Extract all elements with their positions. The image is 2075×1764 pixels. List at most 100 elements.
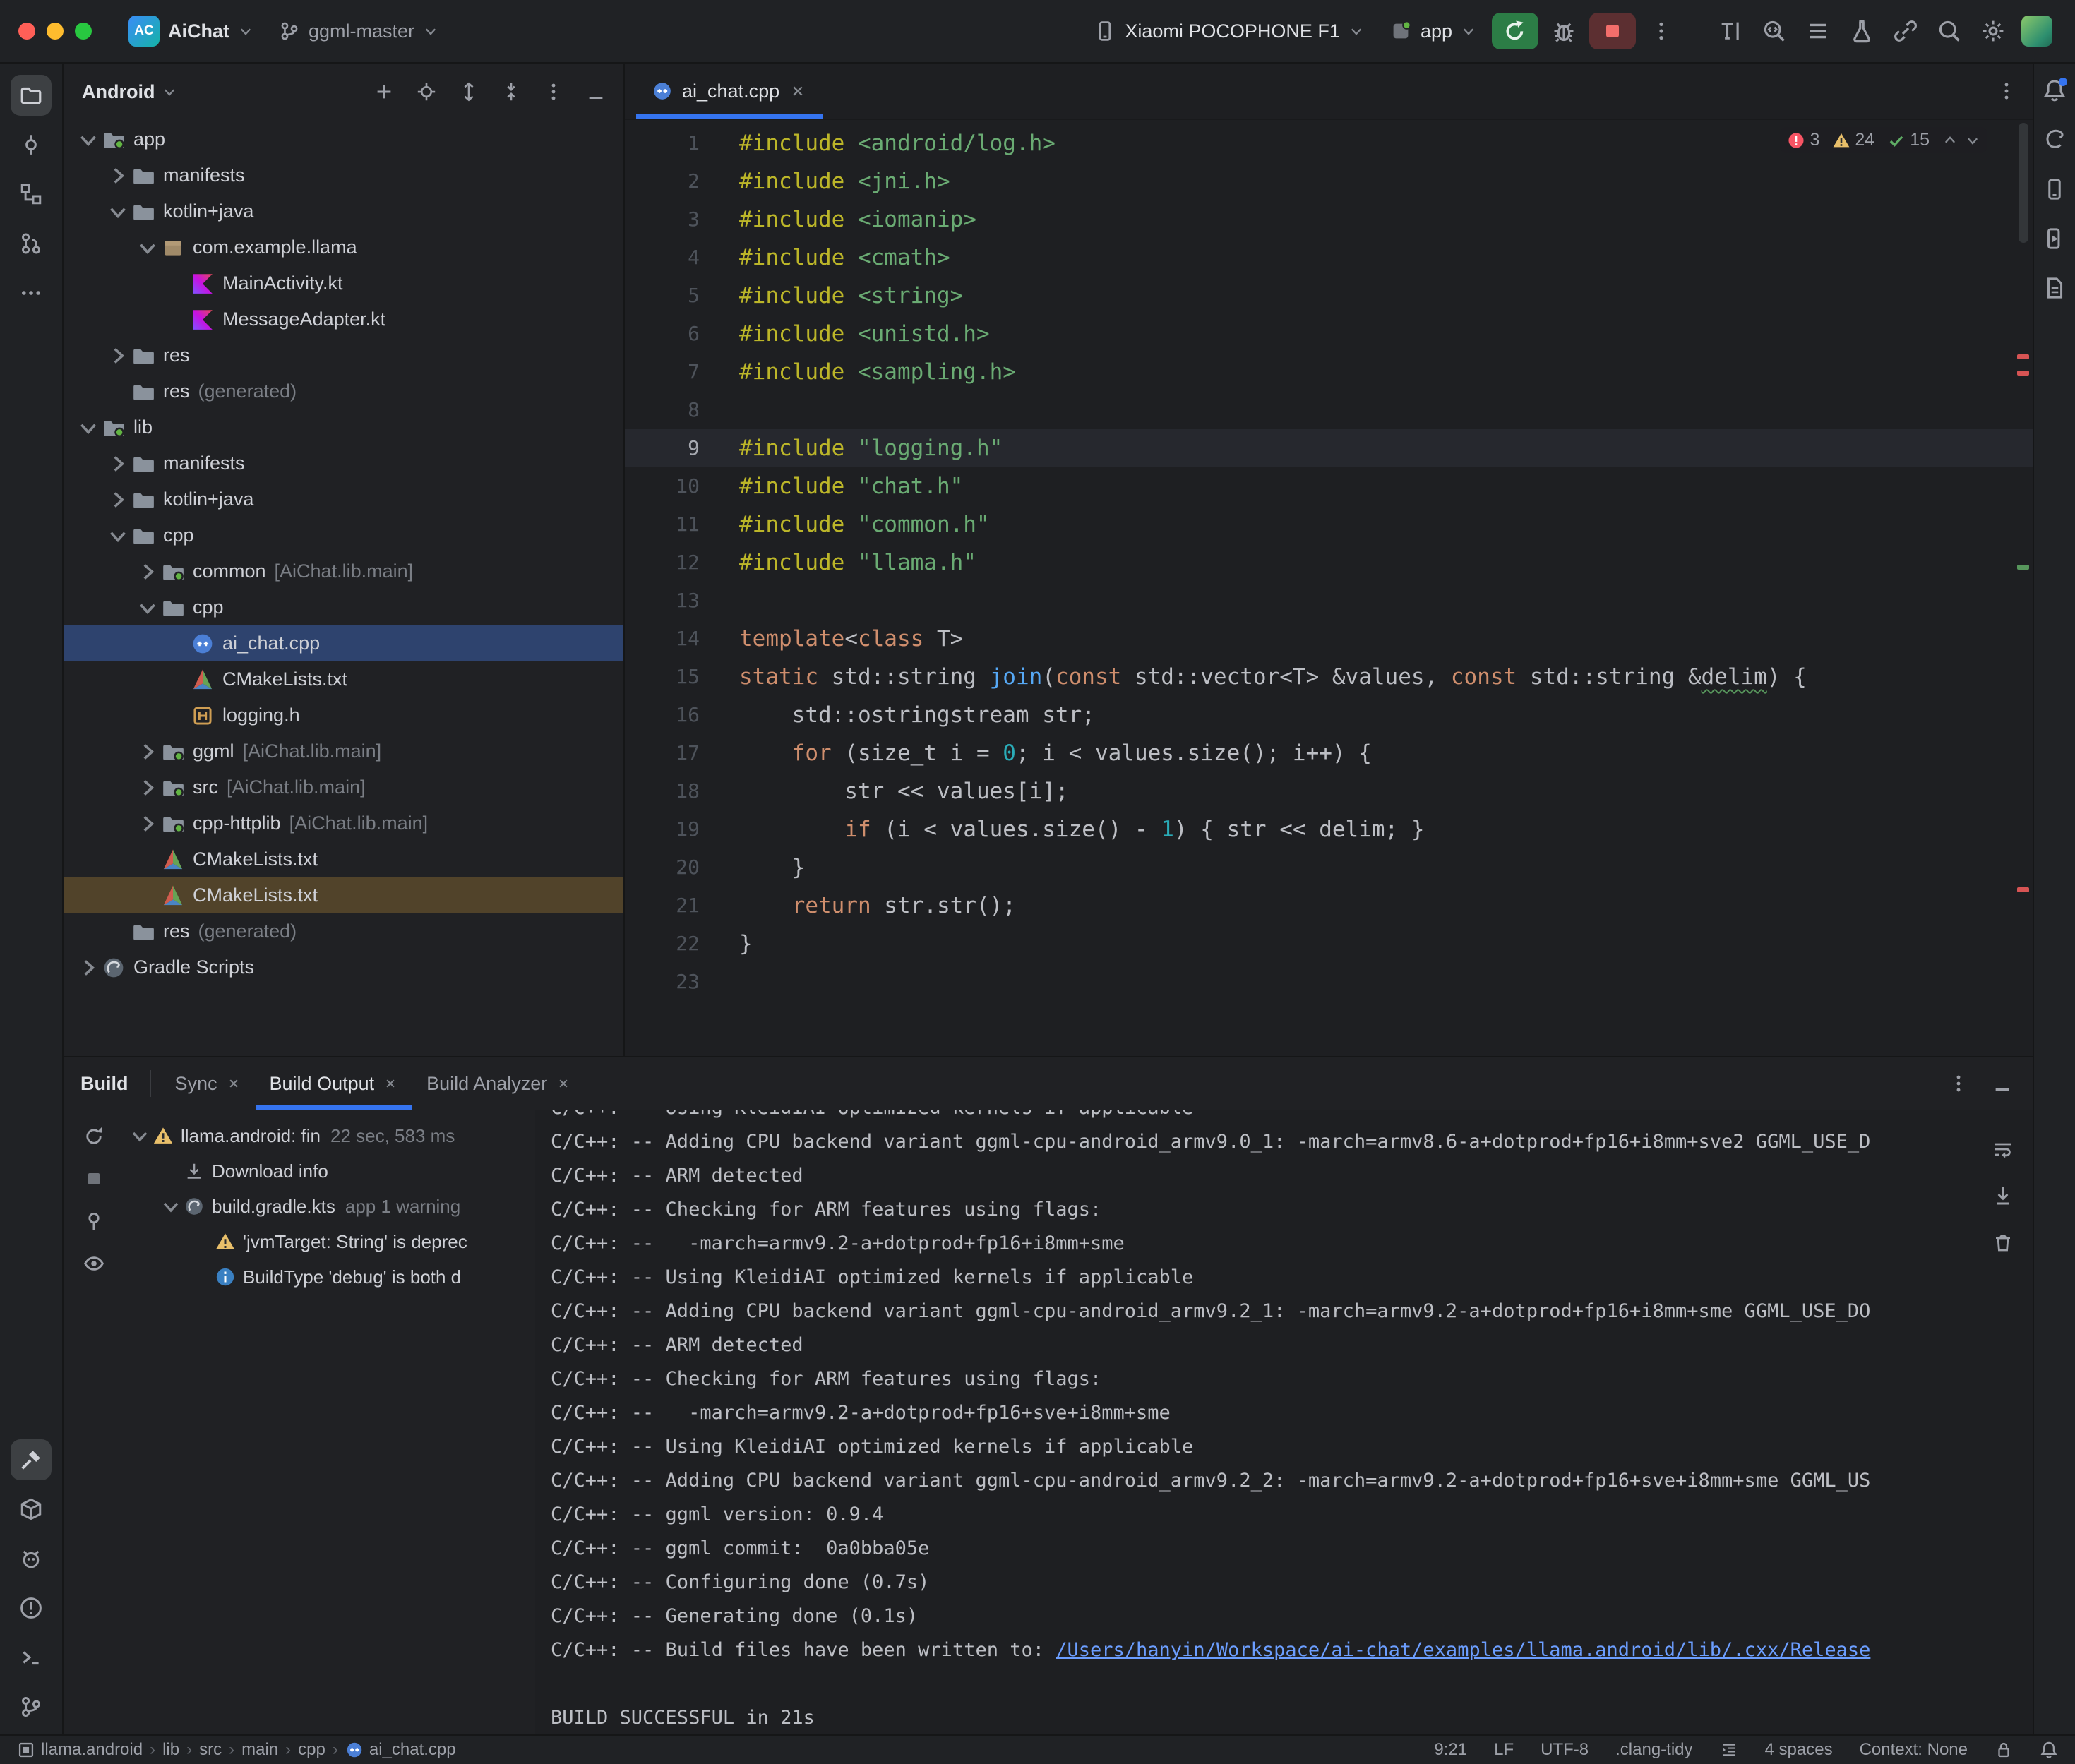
tree-row[interactable]: kotlin+java [64,193,623,229]
scroll-end-icon[interactable] [1987,1180,2019,1211]
tree-row[interactable]: CMakeLists.txt [64,661,623,697]
line-number[interactable]: 17 [625,734,731,772]
chevron-right-icon[interactable] [76,956,100,980]
collapse-all-icon[interactable] [498,78,525,105]
build-tree-row[interactable]: 'jvmTarget: String' is deprec [124,1224,535,1259]
code-line-5[interactable]: 5#include <string> [625,277,2033,315]
line-number[interactable]: 2 [625,162,731,200]
stripe-mark[interactable] [2017,354,2029,359]
logcat-icon[interactable] [11,1538,52,1579]
add-icon[interactable] [371,78,397,105]
running-devices-icon[interactable] [2038,222,2071,256]
code-line-2[interactable]: 2#include <jni.h> [625,162,2033,200]
build-tree-row[interactable]: build.gradle.ktsapp 1 warning [124,1189,535,1224]
console-file-link[interactable]: /Users/hanyin/Workspace/ai-chat/examples… [1056,1639,1870,1661]
pull-requests-icon[interactable] [11,223,52,264]
code-line-18[interactable]: 18 str << values[i]; [625,772,2033,810]
tree-row[interactable]: cpp [64,517,623,553]
stripe-mark[interactable] [2017,371,2029,376]
line-number[interactable]: 18 [625,772,731,810]
line-number[interactable]: 14 [625,620,731,658]
line-number[interactable]: 22 [625,925,731,963]
tree-row[interactable]: res(generated) [64,373,623,409]
chevron-right-icon[interactable] [106,488,130,512]
clear-icon[interactable] [1987,1227,2019,1258]
code-line-15[interactable]: 15static std::string join(const std::vec… [625,658,2033,696]
zoom-window-button[interactable] [75,23,92,40]
tab-sync[interactable]: Sync [161,1057,256,1110]
chevron-down-icon[interactable] [76,416,100,440]
code-line-17[interactable]: 17 for (size_t i = 0; i < values.size();… [625,734,2033,772]
code-line-19[interactable]: 19 if (i < values.size() - 1) { str << d… [625,810,2033,848]
breadcrumb-item[interactable]: ai_chat.cpp [345,1740,456,1760]
close-window-button[interactable] [18,23,35,40]
tree-row[interactable]: lib [64,409,623,445]
tree-row[interactable]: ai_chat.cpp [64,625,623,661]
more-icon[interactable] [1945,1070,1972,1097]
sync-icon[interactable] [78,1121,109,1152]
line-number[interactable]: 23 [625,963,731,1001]
chevron-down-icon[interactable] [136,236,160,260]
line-number[interactable]: 5 [625,277,731,315]
build-panel-title[interactable]: Build [80,1057,128,1110]
tree-row[interactable]: kotlin+java [64,481,623,517]
previous-problem-button[interactable] [1942,133,1958,148]
build-tree-row[interactable]: BuildType 'debug' is both d [124,1259,535,1295]
editor-scrollbar[interactable] [2019,123,2028,243]
chevron-down-icon[interactable] [106,524,130,548]
tree-row[interactable]: MessageAdapter.kt [64,301,623,337]
chevron-down-icon[interactable] [136,596,160,620]
soft-wrap-icon[interactable] [1987,1134,2019,1165]
tree-row[interactable]: CMakeLists.txt [64,877,623,913]
tree-row[interactable]: logging.h [64,697,623,733]
status-widget--clang-tidy[interactable]: .clang-tidy [1615,1740,1692,1760]
dependencies-icon[interactable] [11,1489,52,1530]
code-line-21[interactable]: 21 return str.str(); [625,887,2033,925]
chevron-down-icon[interactable] [160,1195,182,1218]
chevron-right-icon[interactable] [136,776,160,800]
chevron-right-icon[interactable] [136,740,160,764]
chevron-right-icon[interactable] [136,812,160,836]
chevron-down-icon[interactable] [76,128,100,152]
close-icon[interactable] [789,82,807,100]
gradle-icon[interactable] [2038,123,2071,157]
tree-row[interactable]: com.example.llama [64,229,623,265]
list-icon[interactable] [1798,11,1838,51]
code-line-10[interactable]: 10#include "chat.h" [625,467,2033,505]
code-line-16[interactable]: 16 std::ostringstream str; [625,696,2033,734]
tree-row[interactable]: CMakeLists.txt [64,841,623,877]
tree-row[interactable]: manifests [64,445,623,481]
tab-options-button[interactable] [1996,64,2017,119]
branch-widget[interactable]: ggml-master [269,15,448,48]
tree-row[interactable]: res [64,337,623,373]
more-icon[interactable] [540,78,567,105]
more-h-icon[interactable] [11,272,52,313]
breadcrumb-item[interactable]: lib [162,1740,179,1760]
device-explorer-icon[interactable] [2038,271,2071,305]
error-stripe[interactable] [2013,120,2033,1056]
chevron-down-icon[interactable] [106,200,130,224]
code-line-14[interactable]: 14template<class T> [625,620,2033,658]
line-number[interactable]: 4 [625,239,731,277]
tree-row[interactable]: cpp [64,589,623,625]
stripe-mark[interactable] [2017,887,2029,892]
close-icon[interactable] [226,1076,241,1091]
expand-all-icon[interactable] [455,78,482,105]
close-icon[interactable] [383,1076,398,1091]
tree-row[interactable]: manifests [64,157,623,193]
tree-row[interactable]: MainActivity.kt [64,265,623,301]
close-icon[interactable] [556,1076,571,1091]
hide-icon[interactable] [582,78,609,105]
tab-ai-chat-cpp[interactable]: ai_chat.cpp [636,64,823,119]
notifications-icon[interactable] [2038,73,2071,107]
chevron-right-icon[interactable] [106,164,130,188]
code-search-icon[interactable] [1754,11,1794,51]
commit-icon[interactable] [11,124,52,165]
stop-button[interactable] [1589,13,1636,49]
lock-icon[interactable] [1995,1741,2013,1759]
line-number[interactable]: 13 [625,582,731,620]
tab-build-output[interactable]: Build Output [256,1057,413,1110]
next-problem-button[interactable] [1965,133,1980,148]
tree-row[interactable]: res(generated) [64,913,623,949]
breadcrumb-item[interactable]: src [199,1740,222,1760]
